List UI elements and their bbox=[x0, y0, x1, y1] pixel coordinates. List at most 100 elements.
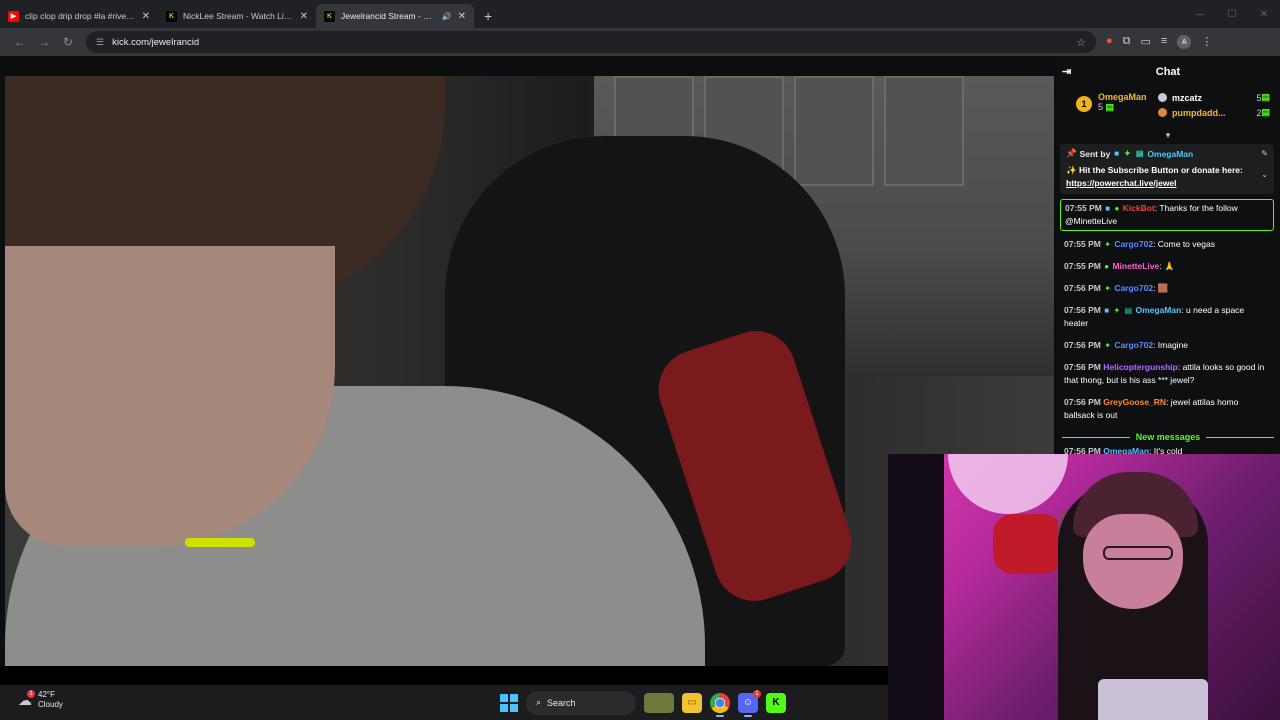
speaker-icon[interactable]: 🔊 bbox=[442, 12, 452, 21]
close-icon[interactable]: ✕ bbox=[300, 11, 308, 22]
og-badge-icon: ✦ bbox=[1104, 341, 1111, 350]
facecam-laptop bbox=[1098, 679, 1208, 720]
discord-icon[interactable]: ☺ 1 bbox=[738, 689, 761, 717]
message-username[interactable]: MinetteLive bbox=[1112, 261, 1159, 271]
taskbar-apps: ⌕ Search ▭ ☺ 1 K bbox=[500, 689, 786, 717]
moderator-badge-icon: ■ bbox=[1104, 306, 1110, 315]
cast-icon[interactable]: ▭ bbox=[1141, 35, 1151, 49]
sent-by-label: Sent by bbox=[1079, 148, 1111, 159]
tab-3[interactable]: K Jewelrancid Stream - Watch 🔊 ✕ bbox=[316, 4, 474, 28]
close-window-icon[interactable]: ✕ bbox=[1248, 9, 1280, 20]
pinned-toggle-icon[interactable]: ▾ bbox=[1056, 130, 1280, 142]
leader-name: mzcatz bbox=[1172, 92, 1203, 103]
taskbar-search[interactable]: ⌕ Search bbox=[526, 690, 636, 715]
new-messages-divider[interactable]: New messages bbox=[1062, 432, 1275, 442]
rank-badge-icon bbox=[1158, 108, 1167, 117]
chrome-icon[interactable] bbox=[710, 692, 730, 717]
message-username[interactable]: Cargo702 bbox=[1114, 340, 1153, 350]
leaderboard-top[interactable]: 1 OmegaMan 5 ▤ bbox=[1076, 92, 1158, 130]
weather-temp: 42°F bbox=[38, 690, 55, 699]
bookmark-star-icon[interactable]: ☆ bbox=[1076, 36, 1086, 49]
chat-message-partial: 07:56 PM OmegaMan: It's cold bbox=[1056, 446, 1280, 454]
video-cabinet bbox=[884, 76, 964, 186]
leader-name: pumpdadd... bbox=[1172, 107, 1226, 118]
weather-condition: Cloudy bbox=[38, 700, 63, 709]
message-text: : It's cold bbox=[1149, 446, 1183, 454]
chat-message: 07:55 PM ● MinetteLive: 🙏 bbox=[1060, 258, 1274, 275]
new-tab-button[interactable]: + bbox=[474, 4, 502, 28]
profile-avatar[interactable]: A bbox=[1177, 35, 1192, 49]
extensions-puzzle-icon[interactable]: ⧉ bbox=[1123, 35, 1131, 49]
browser-tab-bar: ▶ clip clop drip drop #la #riversid ✕ K … bbox=[0, 0, 1280, 28]
chat-message: 07:56 PM ■ ✦ ▤ OmegaMan: u need a space … bbox=[1060, 302, 1274, 332]
menu-kebab-icon[interactable]: ⋮ bbox=[1201, 35, 1212, 49]
pinned-username[interactable]: OmegaMan bbox=[1147, 149, 1193, 159]
tab-title: clip clop drip drop #la #riversid bbox=[25, 11, 136, 21]
message-time: 07:56 PM bbox=[1064, 305, 1101, 315]
chat-message: 07:55 PM ✦ Cargo702: Come to vegas bbox=[1060, 236, 1274, 253]
weather-widget[interactable]: ☁ 1 42°F Cloudy bbox=[18, 689, 63, 710]
media-controls-icon[interactable]: ≡ bbox=[1161, 35, 1167, 49]
reload-icon[interactable]: ↻ bbox=[56, 35, 80, 49]
chat-panel: ⇥ Chat 1 OmegaMan 5 ▤ mzcatz 5 ▤ pumpdad… bbox=[1056, 56, 1280, 454]
og-badge-icon: ✦ bbox=[1124, 149, 1131, 158]
kick-icon: K bbox=[324, 10, 335, 22]
message-username[interactable]: Helicoptergunship bbox=[1103, 362, 1178, 372]
site-info-icon[interactable]: ☰ bbox=[96, 37, 104, 48]
message-username[interactable]: Cargo702 bbox=[1114, 239, 1153, 249]
message-username[interactable]: Cargo702 bbox=[1114, 283, 1153, 293]
toolbar-icons: ● ⧉ ▭ ≡ A ⋮ bbox=[1106, 35, 1212, 49]
facecam-dark-area bbox=[888, 454, 944, 720]
close-icon[interactable]: ✕ bbox=[458, 11, 466, 22]
message-time: 07:56 PM bbox=[1064, 340, 1101, 350]
pinned-message: 📌 Sent by ■ ✦ ▤ OmegaMan ✨ Hit the Subsc… bbox=[1060, 144, 1274, 194]
leaderboard-row[interactable]: mzcatz 5 ▤ bbox=[1158, 92, 1270, 103]
subscriber-badge-icon: ▤ bbox=[1124, 306, 1133, 315]
chat-message: 07:56 PM ✦ Cargo702: 🟫 bbox=[1060, 280, 1274, 297]
extension-icon[interactable]: ● bbox=[1106, 35, 1113, 49]
minimize-icon[interactable]: — bbox=[1184, 9, 1216, 20]
tab-2[interactable]: K NickLee Stream - Watch Live on ✕ bbox=[158, 4, 316, 28]
og-badge-icon: ✦ bbox=[1104, 240, 1111, 249]
tab-1[interactable]: ▶ clip clop drip drop #la #riversid ✕ bbox=[0, 4, 158, 28]
kick-app-icon[interactable]: K bbox=[766, 692, 786, 713]
message-text: : Come to vegas bbox=[1153, 239, 1215, 249]
unpin-icon[interactable]: ✎ bbox=[1261, 149, 1268, 158]
message-username[interactable]: OmegaMan bbox=[1135, 305, 1181, 315]
bot-badge-icon: ■ bbox=[1105, 204, 1111, 213]
leaderboard-row[interactable]: pumpdadd... 2 ▤ bbox=[1158, 107, 1270, 118]
widgets-icon[interactable] bbox=[644, 692, 674, 713]
chat-message: 07:56 PM ✦ Cargo702: Imagine bbox=[1060, 337, 1274, 354]
kick-icon: K bbox=[166, 10, 177, 22]
gift-icon: ▤ bbox=[1261, 107, 1270, 117]
forward-icon[interactable]: → bbox=[32, 35, 56, 49]
facecam-video bbox=[888, 454, 1280, 720]
windows-start-icon[interactable] bbox=[500, 693, 518, 712]
message-text: : 🟫 bbox=[1153, 283, 1169, 293]
weather-alert-badge: 1 bbox=[27, 689, 35, 698]
message-time: 07:55 PM bbox=[1064, 239, 1101, 249]
chat-message: 07:56 PM Helicoptergunship: attila looks… bbox=[1060, 359, 1274, 389]
chat-message: 07:56 PM GreyGoose_RN: jewel attilas hom… bbox=[1060, 394, 1274, 424]
chevron-down-icon[interactable]: ⌄ bbox=[1261, 170, 1268, 179]
pinned-link[interactable]: https://powerchat.live/jewel bbox=[1066, 178, 1177, 188]
gift-icon: ▤ bbox=[1261, 92, 1270, 102]
message-username[interactable]: OmegaMan bbox=[1103, 446, 1149, 454]
message-time: 07:55 PM bbox=[1064, 261, 1101, 271]
message-username[interactable]: KickBot bbox=[1123, 203, 1155, 213]
maximize-icon[interactable]: ☐ bbox=[1216, 9, 1248, 20]
og-badge-icon: ✦ bbox=[1104, 284, 1111, 293]
windows-taskbar: ☁ 1 42°F Cloudy ⌕ Search ▭ ☺ 1 K bbox=[0, 685, 888, 720]
browser-toolbar: ← → ↻ ☰ kick.com/jewelrancid ☆ ● ⧉ ▭ ≡ A… bbox=[0, 28, 1280, 56]
youtube-icon: ▶ bbox=[8, 10, 19, 22]
address-bar[interactable]: ☰ kick.com/jewelrancid ☆ bbox=[86, 31, 1096, 53]
message-username[interactable]: GreyGoose_RN bbox=[1103, 397, 1166, 407]
window-controls: — ☐ ✕ bbox=[1184, 0, 1280, 28]
back-icon[interactable]: ← bbox=[8, 35, 32, 49]
chat-header: ⇥ Chat bbox=[1056, 56, 1280, 88]
tab-title: NickLee Stream - Watch Live on bbox=[183, 11, 294, 21]
file-explorer-icon[interactable]: ▭ bbox=[682, 692, 702, 713]
cloud-icon: ☁ 1 bbox=[18, 689, 35, 709]
close-icon[interactable]: ✕ bbox=[142, 11, 150, 22]
collapse-chat-icon[interactable]: ⇥ bbox=[1062, 65, 1071, 78]
